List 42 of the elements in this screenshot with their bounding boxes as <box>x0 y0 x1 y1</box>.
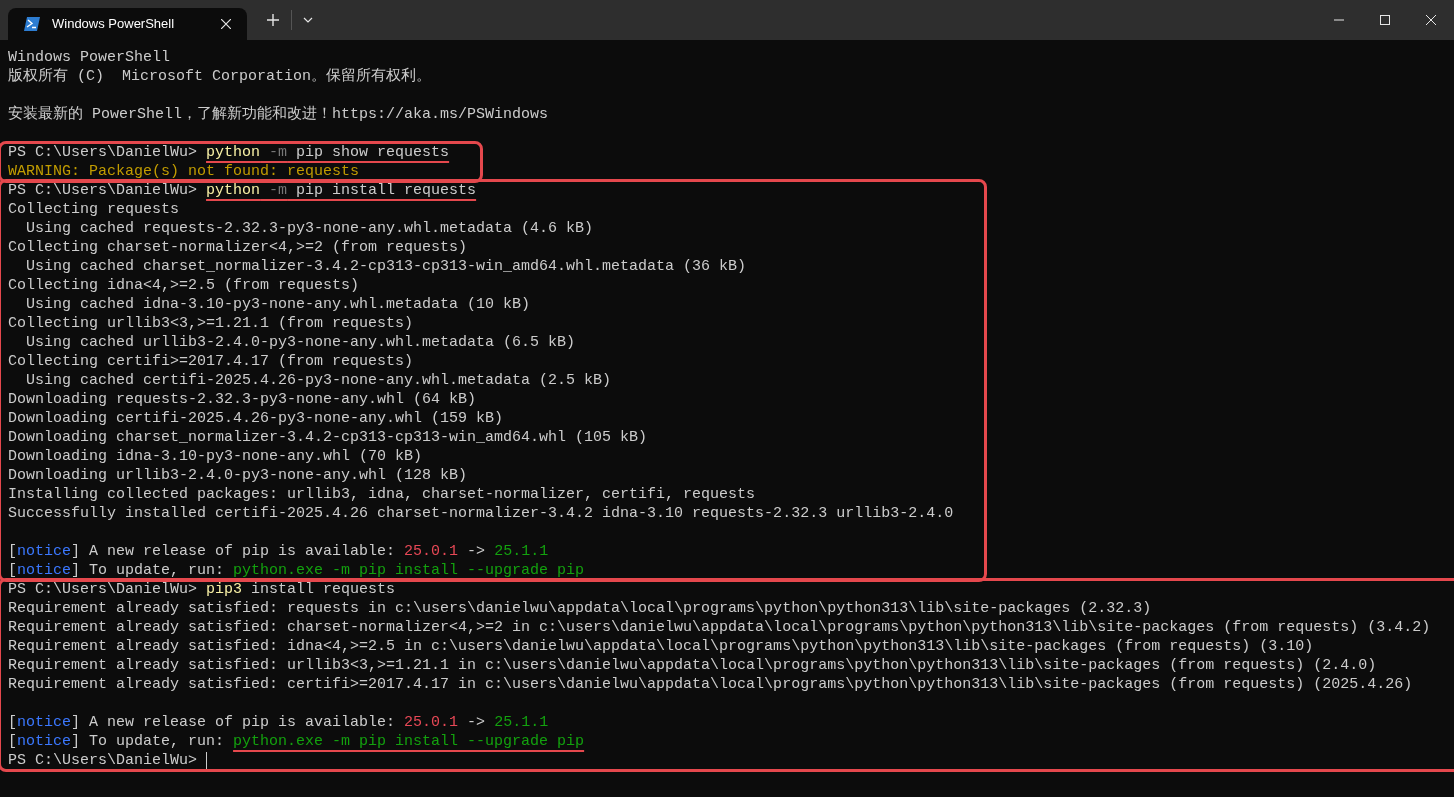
terminal-line: Successfully installed certifi-2025.4.26 charset-normalizer-3.4.2 idna-3.10 requests-2.32.3 urllib3-2.4.0 <box>8 504 954 523</box>
close-icon[interactable] <box>221 19 231 29</box>
tab-title: Windows PowerShell <box>52 15 176 34</box>
terminal-line: Downloading certifi-2025.4.26-py3-none-any.whl (159 kB) <box>8 409 504 428</box>
terminal-line: Using cached certifi-2025.4.26-py3-none-any.whl.metadata (2.5 kB) <box>25 371 612 390</box>
maximize-icon <box>1380 15 1390 25</box>
terminal-line: Downloading idna-3.10-py3-none-any.whl (70 kB) <box>8 447 423 466</box>
terminal-line: PS C:\Users\DanielWu> <box>8 751 199 770</box>
terminal-line: Downloading requests-2.32.3-py3-none-any.whl (64 kB) <box>8 390 477 409</box>
powershell-icon <box>24 17 40 31</box>
terminal-line: WARNING: Package(s) not found: requests <box>8 162 360 181</box>
terminal-line: 版权所有 (C) Microsoft Corporation。保留所有权利。 <box>8 67 432 86</box>
terminal-line: Using cached requests-2.32.3-py3-none-any.whl.metadata (4.6 kB) <box>25 219 594 238</box>
terminal-line: Downloading charset_normalizer-3.4.2-cp313-cp313-win_amd64.whl (105 kB) <box>8 428 648 447</box>
terminal-line: Installing collected packages: urllib3, idna, charset-normalizer, certifi, requests <box>8 485 756 504</box>
terminal-line: PS C:\Users\DanielWu> python -m pip show requests <box>8 143 450 162</box>
terminal-tab[interactable]: Windows PowerShell <box>8 8 247 40</box>
terminal-line: Collecting requests <box>8 200 180 219</box>
terminal-line: [notice] To update, run: python.exe -m pip install --upgrade pip <box>8 732 585 751</box>
terminal-line: PS C:\Users\DanielWu> python -m pip install requests <box>8 181 477 200</box>
terminal-line: Collecting charset-normalizer<4,>=2 (from requests) <box>8 238 468 257</box>
chevron-down-icon <box>303 17 313 23</box>
terminal-line: Requirement already satisfied: charset-normalizer<4,>=2 in c:\users\danielwu\appdata\local\programs\python\python313\lib\site-packages (from requests) (3.4.2) <box>8 618 1431 637</box>
terminal-line: Collecting urllib3<3,>=1.21.1 (from requests) <box>8 314 414 333</box>
terminal-line: PS C:\Users\DanielWu> pip3 install requests <box>8 580 396 599</box>
terminal-line: Requirement already satisfied: idna<4,>=2.5 in c:\users\danielwu\appdata\local\programs\python\python313\lib\site-packages (from requests) (3.10) <box>8 637 1314 656</box>
terminal-line: [notice] A new release of pip is available: 25.0.1 -> 25.1.1 <box>8 713 549 732</box>
terminal-line: Collecting certifi>=2017.4.17 (from requests) <box>8 352 414 371</box>
terminal-line: [notice] A new release of pip is available: 25.0.1 -> 25.1.1 <box>8 542 549 561</box>
plus-icon <box>266 13 280 27</box>
terminal-line: 安装最新的 PowerShell，了解新功能和改进！https://aka.ms/PSWindows <box>8 105 549 124</box>
terminal-line: [notice] To update, run: python.exe -m pip install --upgrade pip <box>8 561 585 580</box>
terminal-line: Requirement already satisfied: certifi>=2017.4.17 in c:\users\danielwu\appdata\local\programs\python\python313\lib\site-packages (from requests) (2025.4.26) <box>8 675 1413 694</box>
terminal-line: Using cached urllib3-2.4.0-py3-none-any.whl.metadata (6.5 kB) <box>25 333 576 352</box>
terminal-line: Requirement already satisfied: urllib3<3,>=1.21.1 in c:\users\danielwu\appdata\local\programs\python\python313\lib\site-packages (from requests) (2.4.0) <box>8 656 1377 675</box>
terminal-line: Using cached idna-3.10-py3-none-any.whl.metadata (10 kB) <box>25 295 531 314</box>
terminal-line: Downloading urllib3-2.4.0-py3-none-any.whl (128 kB) <box>8 466 468 485</box>
terminal-line: Requirement already satisfied: requests in c:\users\danielwu\appdata\local\programs\python\python313\lib\site-packages (2.32.3) <box>8 599 1152 618</box>
close-icon <box>1426 15 1436 25</box>
terminal-line: Using cached charset_normalizer-3.4.2-cp313-cp313-win_amd64.whl.metadata (36 kB) <box>25 257 747 276</box>
terminal-line: Windows PowerShell <box>8 48 171 67</box>
terminal-line: Collecting idna<4,>=2.5 (from requests) <box>8 276 360 295</box>
